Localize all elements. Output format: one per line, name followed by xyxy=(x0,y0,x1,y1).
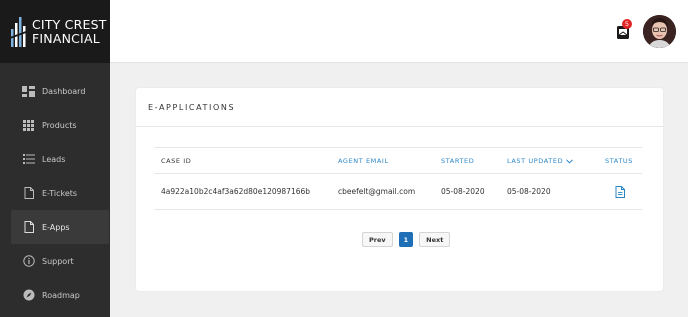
status-cell[interactable] xyxy=(615,186,625,200)
agent-email-cell: cbeefelt@gmail.com xyxy=(338,187,416,196)
city-skyline-logo-icon xyxy=(10,16,26,47)
column-header-agent-email[interactable]: AGENT EMAIL xyxy=(338,157,389,165)
sidebar-item-e-tickets[interactable]: E-Tickets xyxy=(0,176,110,210)
sidebar-nav: Dashboard Products Leads E-Tickets E-App… xyxy=(0,74,110,312)
grid-icon xyxy=(22,119,35,132)
document-icon xyxy=(22,187,35,200)
prev-page-button[interactable]: Prev xyxy=(362,232,393,247)
sidebar-item-label: Roadmap xyxy=(42,290,80,300)
user-avatar[interactable] xyxy=(643,15,676,48)
document-icon xyxy=(22,221,35,234)
sidebar-item-e-apps[interactable]: E-Apps xyxy=(11,210,109,244)
table-row[interactable]: 4a922a10b2c4af3a62d80e120987166b cbeefel… xyxy=(154,174,642,210)
started-cell: 05-08-2020 xyxy=(441,187,485,196)
brand-name: CITY CREST FINANCIAL xyxy=(32,16,107,46)
column-header-case-id[interactable]: CASE ID xyxy=(161,157,191,165)
brand[interactable]: CITY CREST FINANCIAL xyxy=(0,0,110,63)
sidebar-item-roadmap[interactable]: Roadmap xyxy=(0,278,110,312)
compass-icon xyxy=(22,289,35,302)
column-header-last-updated-label: LAST UPDATED xyxy=(507,157,564,165)
sidebar-item-label: Support xyxy=(42,256,74,266)
sidebar-item-label: Leads xyxy=(42,154,66,164)
brand-line-2: FINANCIAL xyxy=(32,30,100,46)
case-id-cell[interactable]: 4a922a10b2c4af3a62d80e120987166b xyxy=(161,187,310,196)
dashboard-icon xyxy=(22,85,35,98)
table-header: CASE ID AGENT EMAIL STARTED LAST UPDATED… xyxy=(154,147,642,174)
page-1-button[interactable]: 1 xyxy=(398,232,414,247)
page-title: E-APPLICATIONS xyxy=(148,103,236,112)
sidebar-item-label: E-Tickets xyxy=(42,188,78,198)
chevron-down-icon xyxy=(566,158,574,164)
column-header-last-updated[interactable]: LAST UPDATED xyxy=(507,157,574,165)
divider xyxy=(136,126,663,127)
e-applications-card: E-APPLICATIONS CASE ID AGENT EMAIL START… xyxy=(136,88,663,291)
top-bar: 5 xyxy=(110,0,688,63)
sidebar: CITY CREST FINANCIAL Dashboard Products … xyxy=(0,0,110,317)
column-header-started[interactable]: STARTED xyxy=(441,157,474,165)
sidebar-item-label: Products xyxy=(42,120,77,130)
last-updated-cell: 05-08-2020 xyxy=(507,187,551,196)
sidebar-item-dashboard[interactable]: Dashboard xyxy=(0,74,110,108)
sidebar-item-support[interactable]: Support xyxy=(0,244,110,278)
sidebar-item-label: E-Apps xyxy=(42,222,70,232)
next-page-button[interactable]: Next xyxy=(419,232,451,247)
avatar-photo-icon xyxy=(643,15,676,48)
sidebar-item-label: Dashboard xyxy=(42,86,86,96)
column-header-status[interactable]: STATUS xyxy=(605,157,633,165)
brand-line-1: CITY CREST xyxy=(32,16,107,32)
e-applications-table: CASE ID AGENT EMAIL STARTED LAST UPDATED… xyxy=(154,147,642,210)
pagination: Prev 1 Next xyxy=(362,232,451,247)
list-icon xyxy=(22,153,35,166)
document-icon[interactable] xyxy=(615,186,625,198)
notification-count-badge: 5 xyxy=(622,19,632,29)
sidebar-item-products[interactable]: Products xyxy=(0,108,110,142)
sidebar-item-leads[interactable]: Leads xyxy=(0,142,110,176)
info-icon xyxy=(22,255,35,268)
